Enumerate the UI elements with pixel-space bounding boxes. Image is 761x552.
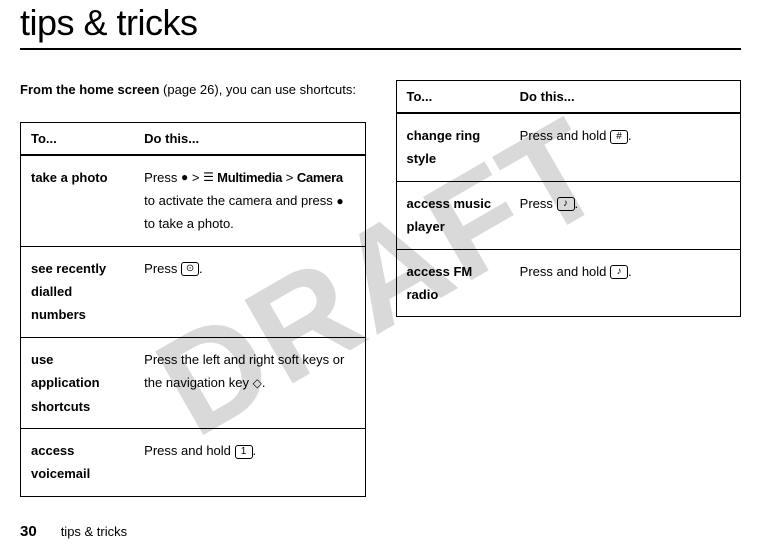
row-to: access voicemail <box>21 429 135 497</box>
row-to: use application shortcuts <box>21 337 135 428</box>
row-do: Press ● > ☰ Multimedia > Camera to activ… <box>134 155 365 247</box>
row-to: access music player <box>396 181 510 249</box>
key-1-icon: 1 <box>235 445 253 459</box>
text: > <box>188 170 203 185</box>
table-row: take a photo Press ● > ☰ Multimedia > Ca… <box>21 155 366 247</box>
title-rule <box>20 48 741 50</box>
row-to: see recently dialled numbers <box>21 246 135 337</box>
intro-rest: (page 26), you can use shortcuts: <box>159 82 356 97</box>
header-do: Do this... <box>510 81 741 114</box>
text: . <box>575 196 579 211</box>
text: Press and hold <box>520 128 610 143</box>
intro-bold: From the home screen <box>20 82 159 97</box>
text: . <box>628 128 632 143</box>
row-do: Press and hold ♪. <box>510 249 741 317</box>
shortcuts-table-right: To... Do this... change ring style Press… <box>396 80 742 317</box>
row-to: change ring style <box>396 113 510 181</box>
row-to: take a photo <box>21 155 135 247</box>
text: . <box>628 264 632 279</box>
music-key-icon: ♪ <box>557 197 575 211</box>
left-column: From the home screen (page 26), you can … <box>20 80 366 497</box>
text: > <box>282 170 297 185</box>
right-column: To... Do this... change ring style Press… <box>396 80 742 497</box>
table-row: change ring style Press and hold #. <box>396 113 741 181</box>
table-row: access music player Press ♪. <box>396 181 741 249</box>
header-do: Do this... <box>134 122 365 155</box>
text: to activate the camera and press <box>144 193 336 208</box>
text: to take a photo. <box>144 216 234 231</box>
page-number: 30 <box>20 523 37 540</box>
footer-text: tips & tricks <box>61 524 127 539</box>
multimedia-icon: ☰ <box>203 167 214 189</box>
key-hash-icon: # <box>610 130 628 144</box>
table-row: access FM radio Press and hold ♪. <box>396 249 741 317</box>
shortcuts-table-left: To... Do this... take a photo Press ● > … <box>20 122 366 497</box>
music-key-icon: ♪ <box>610 265 628 279</box>
table-row: access voicemail Press and hold 1. <box>21 429 366 497</box>
text: Press <box>144 170 181 185</box>
text: Press and hold <box>520 264 610 279</box>
row-to: access FM radio <box>396 249 510 317</box>
text: Press the left and right soft keys or th… <box>144 352 344 390</box>
row-do: Press ♪. <box>510 181 741 249</box>
menu-label: Camera <box>297 170 343 185</box>
page-footer: 30 tips & tricks <box>20 523 127 540</box>
page-title: tips & tricks <box>20 2 741 44</box>
text: . <box>253 443 257 458</box>
text: Press <box>520 196 557 211</box>
table-row: use application shortcuts Press the left… <box>21 337 366 428</box>
header-to: To... <box>21 122 135 155</box>
row-do: Press ⊙. <box>134 246 365 337</box>
row-do: Press and hold 1. <box>134 429 365 497</box>
table-row: see recently dialled numbers Press ⊙. <box>21 246 366 337</box>
row-do: Press and hold #. <box>510 113 741 181</box>
text: . <box>262 375 266 390</box>
row-do: Press the left and right soft keys or th… <box>134 337 365 428</box>
intro-text: From the home screen (page 26), you can … <box>20 80 366 100</box>
text: Press <box>144 261 181 276</box>
header-to: To... <box>396 81 510 114</box>
send-key-icon: ⊙ <box>181 262 199 276</box>
text: . <box>199 261 203 276</box>
text: Press and hold <box>144 443 234 458</box>
nav-key-icon: ◇ <box>253 373 262 395</box>
center-key-icon: ● <box>336 191 343 213</box>
menu-label: Multimedia <box>214 170 282 185</box>
